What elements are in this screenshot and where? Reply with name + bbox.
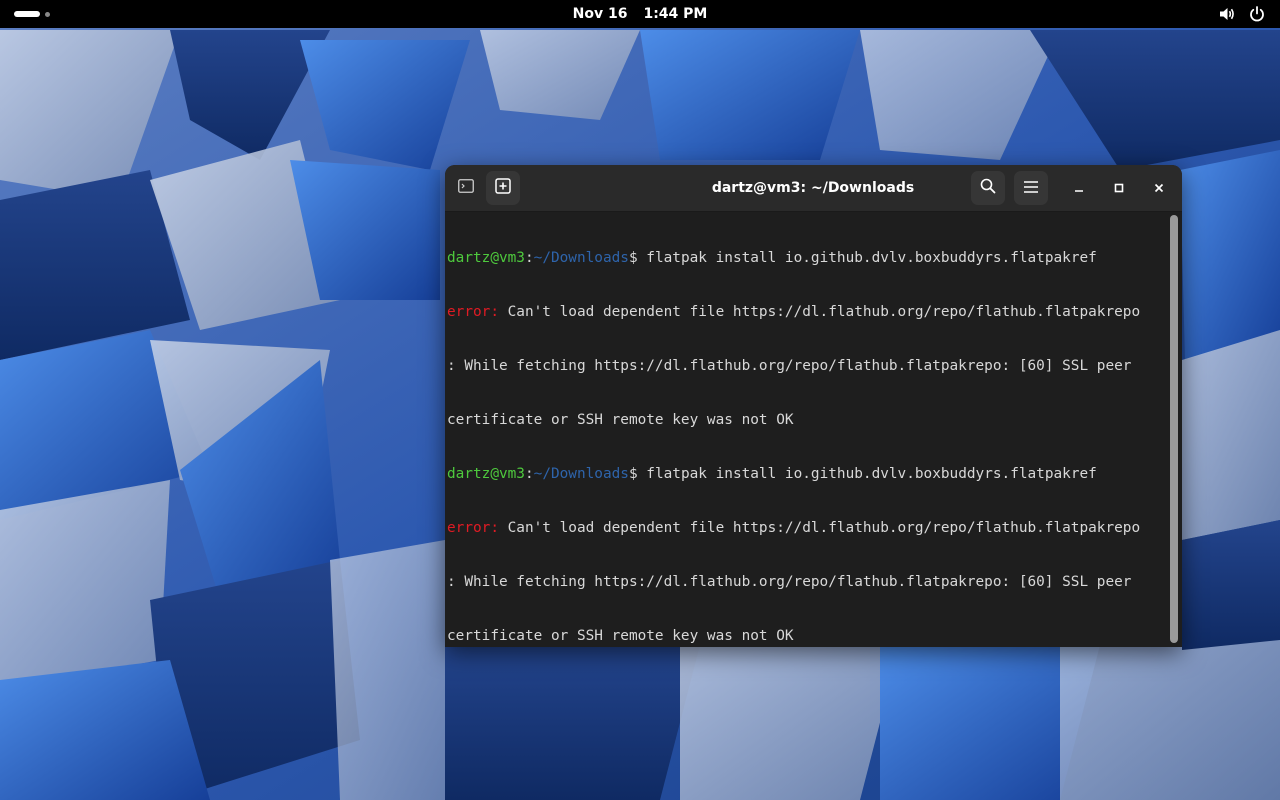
workspace-indicator-active [14, 11, 40, 17]
prompt-separator: : [524, 466, 534, 482]
prompt-path: ~/Downloads [533, 466, 629, 482]
search-icon [980, 178, 996, 198]
terminal-line-output: certificate or SSH remote key was not OK [447, 412, 794, 428]
command-text: flatpak install io.github.dvlv.boxbuddyr… [637, 466, 1097, 482]
terminal-line-error: error: Can't load dependent file https:/… [447, 303, 1169, 321]
close-button[interactable] [1146, 175, 1172, 201]
error-label: error: [447, 520, 499, 536]
prompt-path: ~/Downloads [533, 250, 629, 266]
prompt-user-host: dartz@vm3 [447, 250, 525, 266]
power-icon[interactable] [1248, 5, 1266, 23]
activities-button[interactable] [14, 9, 50, 19]
terminal-headerbar[interactable]: dartz@vm3: ~/Downloads [445, 165, 1182, 212]
minimize-button[interactable] [1066, 175, 1092, 201]
error-text: Can't load dependent file https://dl.fla… [498, 520, 1141, 536]
terminal-icon [458, 178, 474, 198]
new-tab-icon [495, 178, 511, 198]
hamburger-menu-icon [1023, 179, 1039, 198]
minimize-icon [1073, 179, 1085, 198]
top-bar: Nov 16 1:44 PM [0, 0, 1280, 28]
prompt-symbol: $ [628, 250, 638, 266]
clock[interactable]: Nov 16 1:44 PM [0, 0, 1280, 28]
terminal-output[interactable]: dartz@vm3:~/Downloads$ flatpak install i… [447, 213, 1169, 643]
terminal-line-output: : While fetching https://dl.flathub.org/… [447, 358, 1132, 374]
terminal-line-output: : While fetching https://dl.flathub.org/… [447, 574, 1132, 590]
new-tab-button[interactable] [486, 171, 520, 205]
workspace-indicator-inactive [45, 11, 50, 17]
terminal-line-command: dartz@vm3:~/Downloads$ flatpak install i… [447, 465, 1169, 483]
desktop: Nov 16 1:44 PM dartz@vm3: ~/Downloads da… [0, 0, 1280, 800]
system-tray[interactable] [1218, 5, 1266, 23]
prompt-user-host: dartz@vm3 [447, 466, 525, 482]
terminal-scrollbar[interactable] [1170, 215, 1178, 643]
close-icon [1153, 179, 1165, 198]
maximize-icon [1113, 179, 1125, 198]
tab-overview-button[interactable] [450, 173, 482, 203]
menu-button[interactable] [1014, 171, 1048, 205]
prompt-symbol: $ [628, 466, 638, 482]
window-title: dartz@vm3: ~/Downloads [711, 180, 915, 196]
maximize-button[interactable] [1106, 175, 1132, 201]
search-button[interactable] [971, 171, 1005, 205]
error-text: Can't load dependent file https://dl.fla… [498, 304, 1141, 320]
terminal-window[interactable]: dartz@vm3: ~/Downloads dartz@vm3:~/Downl… [445, 165, 1182, 647]
terminal-line-error: error: Can't load dependent file https:/… [447, 519, 1169, 537]
command-text: flatpak install io.github.dvlv.boxbuddyr… [637, 250, 1097, 266]
clock-time[interactable]: 1:44 PM [643, 6, 707, 22]
clock-date[interactable]: Nov 16 [573, 6, 628, 22]
volume-icon[interactable] [1218, 5, 1236, 23]
terminal-line-output: certificate or SSH remote key was not OK [447, 628, 794, 643]
error-label: error: [447, 304, 499, 320]
prompt-separator: : [524, 250, 534, 266]
terminal-line-command: dartz@vm3:~/Downloads$ flatpak install i… [447, 249, 1169, 267]
